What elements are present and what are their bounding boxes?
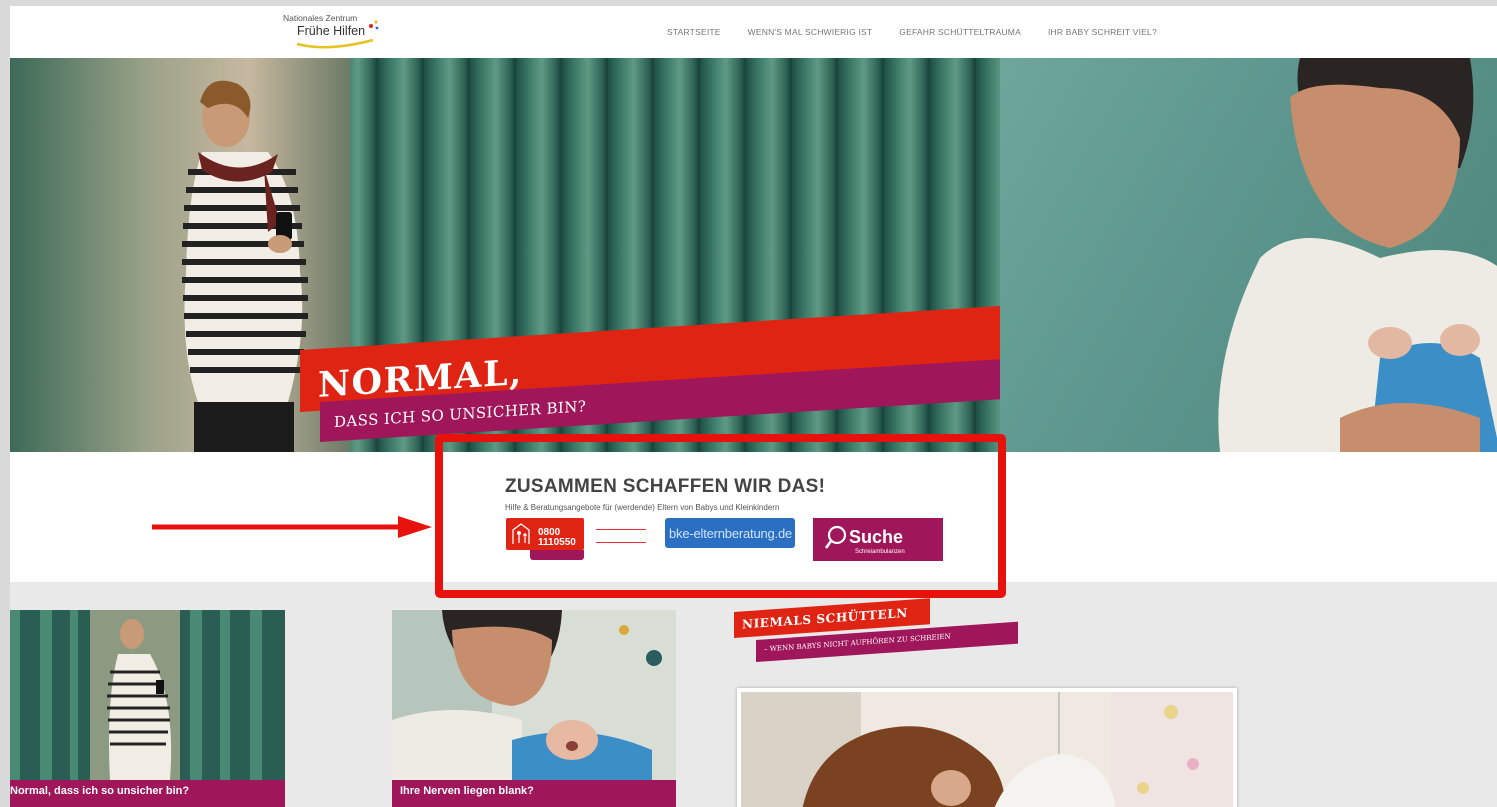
card-title-bar: Normal, dass ich so unsicher bin? xyxy=(10,780,285,807)
card-image-pregnant-woman xyxy=(10,610,285,780)
hero-slider[interactable]: NORMAL, DASS ICH SO UNSICHER BIN? xyxy=(10,58,1497,452)
nav-gefahr-schuetteltrauma[interactable]: GEFAHR SCHÜTTELTRAUMA xyxy=(899,27,1021,37)
logo-swoosh-icon xyxy=(296,20,379,49)
nav-startseite[interactable]: STARTSEITE xyxy=(667,27,721,37)
annotation-arrow-icon xyxy=(152,516,432,538)
main-nav: STARTSEITE WENN'S MAL SCHWIERIG IST GEFA… xyxy=(667,27,1184,37)
card-title: Ihre Nerven liegen blank? xyxy=(400,785,534,797)
father-with-baby-figure xyxy=(1218,58,1497,452)
mother-with-baby-image xyxy=(741,692,1233,807)
pregnant-woman-figure xyxy=(182,80,308,452)
card-image-father-crying-baby xyxy=(392,610,676,780)
nav-wenns-mal-schwierig-ist[interactable]: WENN'S MAL SCHWIERIG IST xyxy=(748,27,873,37)
site-header: Nationales Zentrum Frühe Hilfen STARTSEI… xyxy=(10,6,1497,58)
page: Nationales Zentrum Frühe Hilfen STARTSEI… xyxy=(10,6,1497,807)
annotation-highlight-box xyxy=(435,434,1006,598)
nav-baby-schreit-viel[interactable]: IHR BABY SCHREIT VIEL? xyxy=(1048,27,1157,37)
nzfh-logo[interactable]: Nationales Zentrum Frühe Hilfen xyxy=(283,13,393,51)
campaign-video-thumbnail[interactable] xyxy=(737,688,1237,807)
card-nerven-blank[interactable]: Ihre Nerven liegen blank? xyxy=(392,610,676,807)
card-title-bar: Ihre Nerven liegen blank? xyxy=(392,780,676,807)
hero-subline: DASS ICH SO UNSICHER BIN? xyxy=(334,397,587,432)
card-title: Normal, dass ich so unsicher bin? xyxy=(10,785,190,797)
card-normal-unsicher[interactable]: Normal, dass ich so unsicher bin? xyxy=(10,610,285,807)
hero-image-father-baby xyxy=(1000,58,1497,452)
